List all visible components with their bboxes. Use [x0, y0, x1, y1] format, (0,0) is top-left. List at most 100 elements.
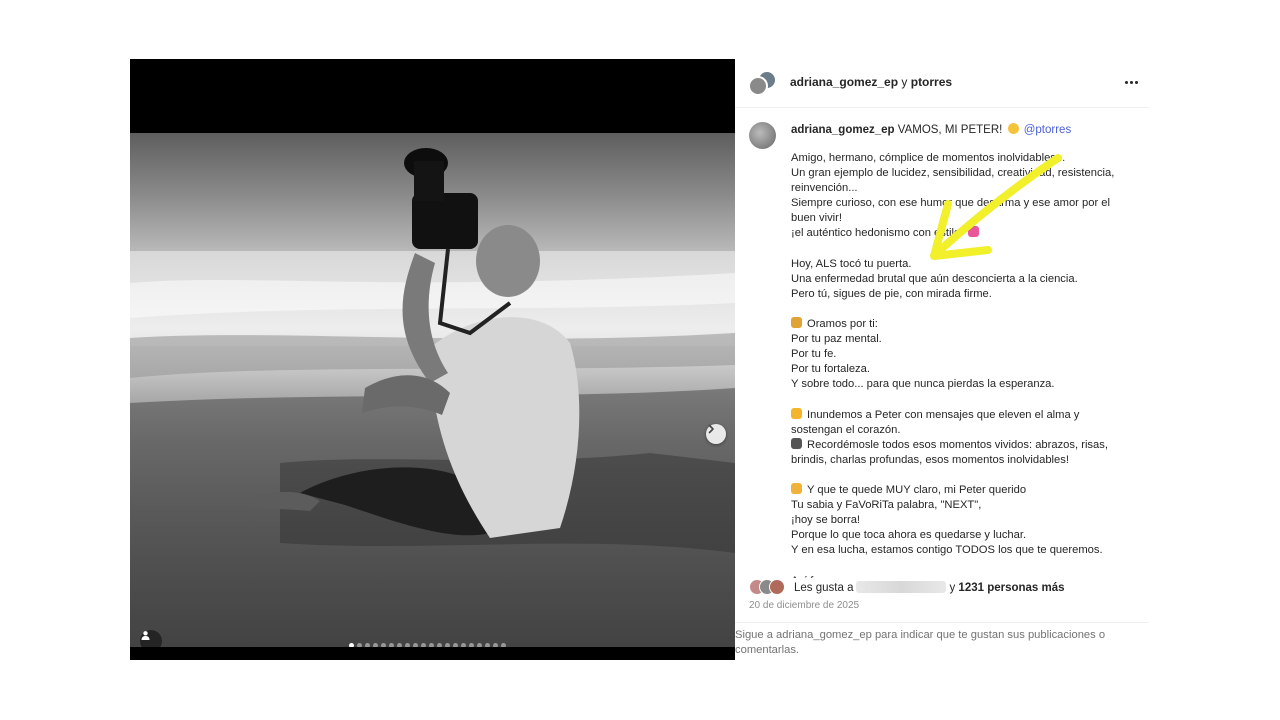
caption-line: Pero tú, sigues de pie, con mirada firme…: [791, 287, 1136, 302]
likes-count[interactable]: 1231 personas más: [958, 582, 1064, 594]
caption-line-text: Siempre curioso, con ese humor que desar…: [791, 197, 1110, 210]
carousel-dot[interactable]: [429, 643, 434, 647]
caption-line: Una enfermedad brutal que aún desconcier…: [791, 272, 1136, 287]
likes-summary[interactable]: Les gusta a y 1231 personas más: [794, 581, 1065, 594]
carousel-dot[interactable]: [349, 643, 354, 647]
blurred-username: [856, 581, 947, 593]
caption-line-text: Un gran ejemplo de lucidez, sensibilidad…: [791, 167, 1115, 180]
avatar: [748, 76, 768, 96]
post-header: adriana_gomez_ep y ptorres: [735, 59, 1149, 108]
carousel-dot[interactable]: [469, 643, 474, 647]
sun-emoji: [1007, 123, 1019, 134]
heart-emoji: [791, 407, 802, 419]
photo-scene: [130, 148, 735, 647]
carousel-dot[interactable]: [373, 643, 378, 647]
caption-first-line: adriana_gomez_ep VAMOS, MI PETER! @ptorr…: [791, 123, 1071, 136]
caption-line: buen vivir!: [791, 211, 1136, 226]
caption-line-text: brindis, charlas profundas, esos momento…: [791, 453, 1069, 466]
caption-intro: VAMOS, MI PETER!: [897, 124, 1003, 136]
caption-line-text: Una enfermedad brutal que aún desconcier…: [791, 272, 1078, 285]
collaborator-link[interactable]: ptorres: [911, 75, 952, 89]
caption-line: Por tu fe.: [791, 347, 1136, 362]
post-authors: adriana_gomez_ep y ptorres: [790, 75, 952, 89]
caption-line-text: Y sobre todo... para que nunca pierdas l…: [791, 378, 1055, 391]
divider: [735, 622, 1149, 623]
caption-line-text: Amigo, hermano, cómplice de momentos ino…: [791, 152, 1066, 164]
caption-line-text: Y en esa lucha, estamos contigo TODOS lo…: [791, 544, 1103, 557]
next-photo-button[interactable]: [706, 424, 726, 444]
caption-line-text: Tu sabia y FaVoRiTa palabra, "NEXT",: [791, 499, 982, 512]
carousel-dot[interactable]: [437, 643, 442, 647]
post-date: 20 de diciembre de 2025: [749, 600, 860, 611]
likes-prefix: Les gusta a: [794, 582, 854, 594]
caption-line: Y sobre todo... para que nunca pierdas l…: [791, 377, 1136, 392]
pray-emoji: [791, 317, 802, 329]
caption-line: Porque lo que toca ahora es quedarse y l…: [791, 528, 1136, 543]
caption-scroll-area[interactable]: adriana_gomez_ep VAMOS, MI PETER! @ptorr…: [735, 108, 1149, 578]
caption-line-text: ¡el auténtico hedonismo con estilo!: [791, 227, 964, 240]
mention-link[interactable]: @ptorres: [1024, 124, 1071, 136]
chevron-right-icon: [708, 424, 714, 434]
carousel-dot[interactable]: [485, 643, 490, 647]
carousel-dot[interactable]: [381, 643, 386, 647]
caption-line: ¡el auténtico hedonismo con estilo!: [791, 226, 1136, 241]
carousel-dot[interactable]: [389, 643, 394, 647]
caption-line: Oramos por ti:: [791, 317, 1136, 332]
carousel-dot[interactable]: [461, 643, 466, 647]
carousel-dot[interactable]: [501, 643, 506, 647]
camera-emoji: [791, 437, 802, 449]
caption-line-text: Por tu fe.: [791, 348, 837, 361]
caption-line-text: Pero tú, sigues de pie, con mirada firme…: [791, 287, 992, 300]
caption-line-text: sostengan el corazón.: [791, 423, 901, 436]
caption-line: Por tu paz mental.: [791, 332, 1136, 347]
caption-line-text: Y que te quede MUY claro, mi Peter queri…: [807, 484, 1027, 497]
post-media: [130, 59, 735, 660]
caption-line-text: Porque lo que toca ahora es quedarse y l…: [791, 529, 1027, 542]
caption-line: sostengan el corazón.: [791, 423, 1136, 438]
likes-middle: y: [949, 582, 956, 594]
caption-line: Recordémosle todos esos momentos vividos…: [791, 437, 1136, 453]
caption-line-text: Inundemos a Peter con mensajes que eleve…: [807, 408, 1080, 421]
carousel-dot[interactable]: [453, 643, 458, 647]
sparkles-emoji: [968, 226, 980, 238]
caption-line: Tu sabia y FaVoRiTa palabra, "NEXT",: [791, 498, 1136, 513]
avatar[interactable]: [749, 122, 776, 149]
person-tag-icon: [141, 631, 150, 640]
caption-line: Amigo, hermano, cómplice de momentos ino…: [791, 151, 1136, 166]
caption-line-text: Por tu fortaleza.: [791, 363, 870, 376]
caption-line-text: reinvención...: [791, 182, 858, 195]
carousel-dot[interactable]: [413, 643, 418, 647]
caption-line: Por tu fortaleza.: [791, 362, 1136, 377]
caption-line: Así fue...: [791, 574, 1136, 578]
carousel-dot[interactable]: [421, 643, 426, 647]
tagged-people-button[interactable]: [140, 630, 162, 647]
carousel-dot[interactable]: [445, 643, 450, 647]
follow-prompt: Sigue a adriana_gomez_ep para indicar qu…: [735, 629, 1106, 656]
carousel-dot[interactable]: [405, 643, 410, 647]
caption-line: Y en esa lucha, estamos contigo TODOS lo…: [791, 543, 1136, 558]
more-options-icon[interactable]: [1122, 73, 1140, 91]
carousel-dot[interactable]: [397, 643, 402, 647]
carousel-dot[interactable]: [477, 643, 482, 647]
caption-line-text: Así fue...: [791, 575, 835, 578]
collab-avatars[interactable]: [748, 70, 778, 98]
carousel-dot[interactable]: [493, 643, 498, 647]
caption-line-text: Hoy, ALS tocó tu puerta.: [791, 257, 912, 270]
likes-row: Les gusta a y 1231 personas más: [749, 579, 1149, 597]
author-link[interactable]: adriana_gomez_ep: [790, 75, 898, 89]
caption-line: ¡hoy se borra!: [791, 513, 1136, 528]
avatar: [769, 579, 785, 595]
post-side-panel: adriana_gomez_ep y ptorres adriana_gomez…: [735, 59, 1149, 660]
post-photo[interactable]: [130, 133, 735, 647]
caption-line: Siempre curioso, con ese humor que desar…: [791, 196, 1136, 211]
caption-author[interactable]: adriana_gomez_ep: [791, 124, 895, 136]
caption-line: Y que te quede MUY claro, mi Peter queri…: [791, 483, 1136, 498]
carousel-dot[interactable]: [365, 643, 370, 647]
caption-line-text: buen vivir!: [791, 212, 842, 225]
carousel-dot[interactable]: [357, 643, 362, 647]
caption-line: Hoy, ALS tocó tu puerta.: [791, 257, 1136, 272]
caption-line-text: Recordémosle todos esos momentos vividos…: [807, 438, 1108, 451]
